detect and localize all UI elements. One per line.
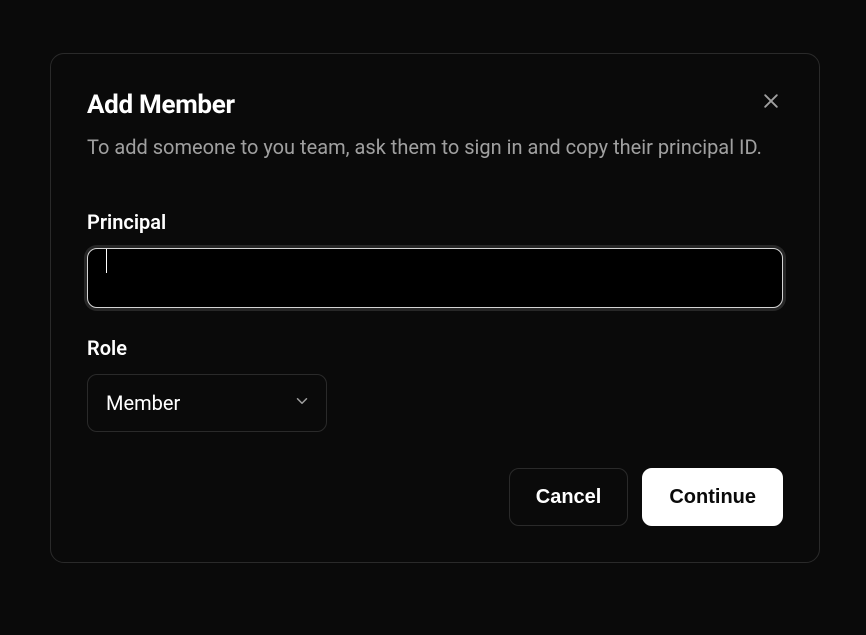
close-button[interactable] — [757, 88, 785, 116]
modal-title: Add Member — [87, 90, 783, 120]
text-cursor — [106, 249, 107, 273]
modal-footer: Cancel Continue — [87, 468, 783, 526]
principal-form-group: Principal — [87, 210, 783, 308]
cancel-button[interactable]: Cancel — [509, 468, 629, 526]
modal-subtitle: To add someone to you team, ask them to … — [87, 132, 783, 162]
close-icon — [761, 91, 781, 114]
modal-header: Add Member To add someone to you team, a… — [87, 90, 783, 162]
role-form-group: Role Member — [87, 336, 783, 432]
role-label: Role — [87, 336, 783, 360]
role-selected-value: Member — [106, 391, 180, 415]
role-select[interactable]: Member — [87, 374, 327, 432]
principal-input[interactable] — [87, 248, 783, 308]
role-select-wrap: Member — [87, 374, 327, 432]
principal-label: Principal — [87, 210, 783, 234]
add-member-modal: Add Member To add someone to you team, a… — [50, 53, 820, 563]
continue-button[interactable]: Continue — [642, 468, 783, 526]
